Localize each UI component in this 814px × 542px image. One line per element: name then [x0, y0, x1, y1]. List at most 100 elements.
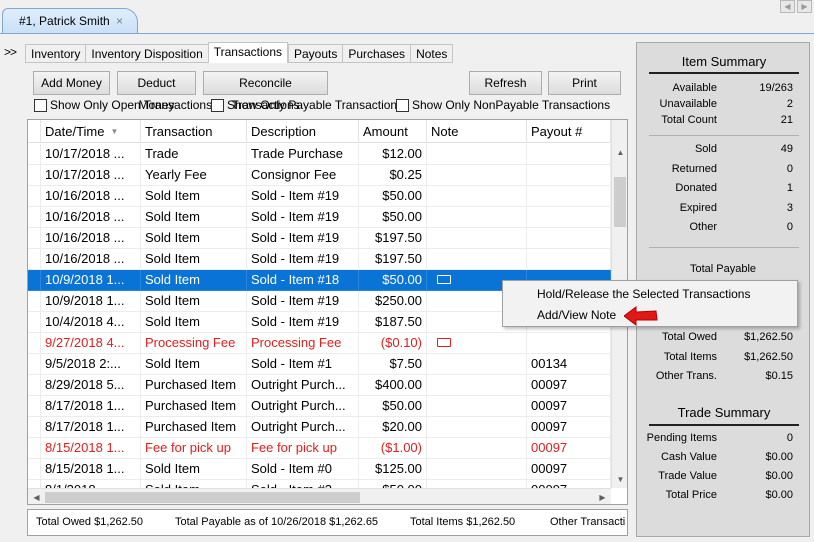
scroll-thumb[interactable] — [45, 492, 360, 503]
table-row[interactable]: 8/15/2018 1... Sold Item Sold - Item #0 $12… — [28, 459, 611, 480]
row-indicator[interactable] — [28, 207, 41, 228]
checkbox[interactable] — [34, 98, 47, 112]
row-indicator[interactable] — [28, 396, 41, 417]
tab-transactions[interactable]: Transactions — [207, 42, 288, 63]
row-indicator[interactable] — [28, 270, 41, 291]
column-header-date[interactable]: Date/Time ▼ — [41, 120, 141, 143]
column-header-note[interactable]: Note — [427, 120, 527, 143]
summary-value: 0 — [786, 221, 793, 233]
table-row[interactable]: 10/17/2018 ... Trade Trade Purchase $12.00 — [28, 144, 611, 165]
tab-scroll-arrows: ◀ ▶ — [780, 0, 812, 13]
cell-desc: Sold - Item #18 — [247, 270, 359, 291]
cell-desc: Sold - Item #19 — [247, 228, 359, 249]
table-row[interactable]: 8/29/2018 5... Purchased Item Outright Pur… — [28, 375, 611, 396]
column-header-description[interactable]: Description — [247, 120, 359, 143]
column-header-transaction[interactable]: Transaction — [141, 120, 247, 143]
table-row[interactable]: 10/17/2018 ... Yearly Fee Consignor Fee $0.… — [28, 165, 611, 186]
row-indicator[interactable] — [28, 228, 41, 249]
document-tab-patrick-smith[interactable]: #1, Patrick Smith × — [2, 8, 138, 34]
summary-value: 3 — [786, 201, 793, 214]
row-indicator[interactable] — [28, 333, 41, 354]
item-summary-title: Item Summary — [681, 54, 767, 69]
table-row[interactable]: 8/17/2018 1... Purchased Item Outright Pur… — [28, 396, 611, 417]
column-header-amount[interactable]: Amount — [359, 120, 427, 143]
tab-purchases[interactable]: Purchases — [342, 44, 411, 63]
table-row[interactable]: 9/27/2018 4... Processing Fee Processing F… — [28, 333, 611, 354]
cell-txn: Fee for pick up — [141, 438, 247, 459]
cell-desc: Outright Purch... — [247, 417, 359, 438]
row-indicator[interactable] — [28, 438, 41, 459]
close-icon[interactable]: × — [116, 14, 123, 28]
document-tab-label: #1, Patrick Smith — [19, 14, 110, 28]
cell-amount: ($0.10) — [359, 333, 427, 354]
horizontal-scrollbar[interactable]: ◀ ▶ — [28, 488, 611, 504]
checkbox-label: Show Only NonPayable Transactions — [412, 98, 611, 112]
cell-date: 8/15/2018 1... — [41, 459, 141, 480]
cell-amount: $7.50 — [359, 354, 427, 375]
row-indicator[interactable] — [28, 459, 41, 480]
table-row[interactable]: 8/17/2018 1... Purchased Item Outright Pur… — [28, 417, 611, 438]
summary-label: Total Owed — [661, 331, 717, 343]
summary-label: Cash Value — [660, 451, 717, 463]
row-indicator[interactable] — [28, 291, 41, 312]
cell-payout — [527, 144, 611, 165]
refresh-button[interactable]: Refresh — [469, 71, 542, 95]
row-indicator[interactable] — [28, 354, 41, 375]
cell-date: 10/4/2018 4... — [41, 312, 141, 333]
row-indicator[interactable] — [28, 375, 41, 396]
checkbox[interactable] — [211, 98, 224, 112]
summary-label: Expired — [679, 201, 717, 214]
scroll-down-icon[interactable]: ▼ — [612, 471, 627, 488]
filter-nonpayable-transactions[interactable]: Show Only NonPayable Transactions — [396, 98, 610, 112]
row-indicator[interactable] — [28, 165, 41, 186]
scroll-left-icon[interactable]: ◀ — [28, 489, 45, 504]
scroll-right-icon[interactable]: ▶ — [797, 0, 812, 13]
cell-desc: Outright Purch... — [247, 396, 359, 417]
cell-amount: $125.00 — [359, 459, 427, 480]
row-indicator[interactable] — [28, 417, 41, 438]
column-header-payout[interactable]: Payout # — [527, 120, 611, 143]
menu-item-hold-release[interactable]: Hold/Release the Selected Transactions — [504, 283, 796, 304]
add-money-button[interactable]: Add Money — [33, 71, 110, 95]
table-row[interactable]: 10/16/2018 ... Sold Item Sold - Item #19 $5… — [28, 186, 611, 207]
checkbox[interactable] — [396, 98, 409, 112]
row-indicator[interactable] — [28, 144, 41, 165]
row-indicator[interactable] — [28, 312, 41, 333]
row-indicator[interactable] — [28, 186, 41, 207]
tab-notes[interactable]: Notes — [410, 44, 454, 63]
tab-inventory-disposition[interactable]: Inventory Disposition — [85, 44, 208, 63]
table-row[interactable]: 9/5/2018 2:... Sold Item Sold - Item #1 $7.… — [28, 354, 611, 375]
footer-total-items: Total Items $1,262.50 — [410, 516, 516, 528]
table-row[interactable]: 8/15/2018 1... Fee for pick up Fee for pic… — [28, 438, 611, 459]
filter-open-transactions[interactable]: Show Only Open Transactions — [34, 98, 212, 112]
folder-icon[interactable] — [437, 338, 451, 347]
row-indicator[interactable] — [28, 249, 41, 270]
deduct-money-button[interactable]: Deduct Money — [117, 71, 196, 112]
cell-desc: Sold - Item #0 — [247, 459, 359, 480]
tab-payouts[interactable]: Payouts — [288, 44, 343, 63]
scroll-left-icon[interactable]: ◀ — [780, 0, 795, 13]
cell-amount: $0.25 — [359, 165, 427, 186]
folder-icon[interactable] — [437, 275, 451, 284]
table-row[interactable]: 10/16/2018 ... Sold Item Sold - Item #19 $1… — [28, 228, 611, 249]
summary-label: Total Price — [665, 489, 717, 501]
summary-label: Available — [672, 82, 717, 94]
table-row[interactable]: 10/16/2018 ... Sold Item Sold - Item #19 $5… — [28, 207, 611, 228]
reconcile-transactions-button[interactable]: Reconcile Transactions — [203, 71, 328, 112]
filter-payable-transactions[interactable]: Show Only Payable Transactions — [211, 98, 403, 112]
table-row[interactable]: 10/16/2018 ... Sold Item Sold - Item #19 $1… — [28, 249, 611, 270]
print-button[interactable]: Print — [548, 71, 621, 95]
tab-inventory[interactable]: Inventory — [25, 44, 86, 63]
cell-payout: 00134 — [527, 354, 611, 375]
scroll-right-icon[interactable]: ▶ — [594, 489, 611, 504]
scroll-thumb[interactable] — [614, 177, 626, 227]
panel-expander[interactable]: >> — [4, 45, 17, 59]
summary-value: $0.00 — [765, 451, 793, 463]
summary-value: $0.00 — [765, 489, 793, 501]
scroll-up-icon[interactable]: ▲ — [612, 144, 627, 161]
cell-payout: 00097 — [527, 438, 611, 459]
summary-label: Total Items — [663, 350, 717, 363]
divider — [649, 247, 799, 248]
cell-date: 10/9/2018 1... — [41, 291, 141, 312]
summary-value: 0 — [786, 432, 793, 444]
